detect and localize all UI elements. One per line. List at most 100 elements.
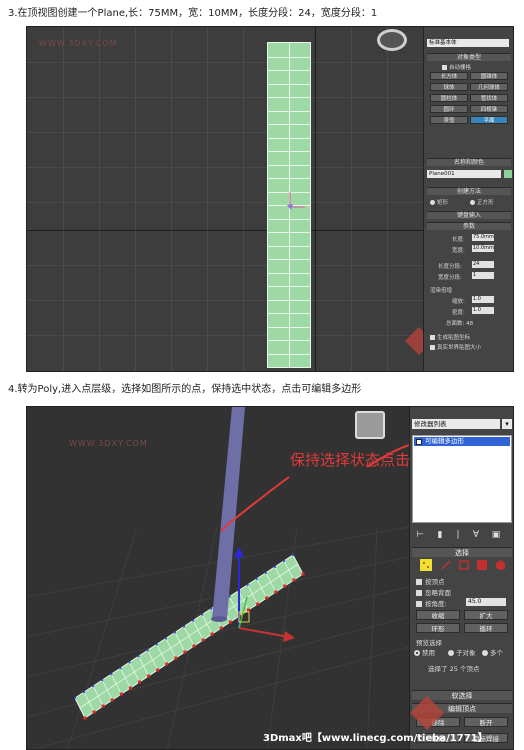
primitive-type-dropdown[interactable]: 标准基本体 — [427, 39, 509, 47]
vertex[interactable] — [74, 697, 76, 699]
vertex[interactable] — [192, 619, 195, 622]
selected-vertex[interactable] — [210, 632, 214, 636]
selected-vertex[interactable] — [156, 668, 160, 672]
vertex[interactable] — [246, 583, 249, 586]
selected-vertex[interactable] — [174, 656, 178, 660]
box-button[interactable]: 长方体 — [430, 72, 468, 80]
sphere-button[interactable]: 球体 — [430, 83, 468, 91]
vertex[interactable] — [128, 661, 131, 664]
vertex[interactable] — [292, 554, 294, 556]
angle-field[interactable]: 45.0 — [466, 598, 506, 606]
selected-vertex[interactable] — [265, 596, 269, 600]
name-color-header[interactable]: 名称和颜色 — [427, 158, 511, 166]
selected-vertex[interactable] — [110, 698, 114, 702]
selected-vertex[interactable] — [301, 572, 305, 576]
vertex[interactable] — [146, 649, 149, 652]
top-viewport[interactable]: WWW.3DXY.COM — [27, 27, 423, 371]
vertex[interactable] — [264, 571, 267, 574]
pin-stack-icon[interactable]: ⊢ — [414, 529, 426, 541]
vertex[interactable] — [92, 685, 95, 688]
cylinder-button[interactable]: 圆柱体 — [430, 94, 468, 102]
selected-vertex[interactable] — [219, 626, 223, 630]
pyramid-button[interactable]: 四棱锥 — [470, 105, 508, 113]
vertex-mode-icon[interactable] — [420, 559, 432, 571]
break-button[interactable]: 断开 — [464, 717, 508, 727]
selected-vertex[interactable] — [274, 590, 278, 594]
remove-modifier-icon[interactable]: ∀ — [470, 529, 482, 541]
border-mode-icon[interactable] — [458, 559, 470, 571]
vertex[interactable] — [273, 565, 276, 568]
cylinder-object[interactable] — [212, 407, 245, 619]
vertex[interactable] — [210, 607, 213, 610]
vertex[interactable] — [101, 679, 104, 682]
length-field[interactable]: 75.0mm — [472, 234, 494, 241]
tube-button[interactable]: 管状体 — [470, 94, 508, 102]
real-world-checkbox[interactable]: 真实世界贴图大小 — [430, 343, 481, 351]
torus-button[interactable]: 圆环 — [430, 105, 468, 113]
plane-button[interactable]: 平面 — [470, 116, 508, 124]
selection-header[interactable]: 选择 — [412, 547, 512, 557]
object-name-field[interactable]: Plane001 — [427, 170, 501, 178]
selected-vertex[interactable] — [183, 650, 187, 654]
selected-vertex[interactable] — [128, 686, 132, 690]
ignore-backfacing-checkbox[interactable]: 忽略背面 — [416, 587, 451, 597]
density-field[interactable]: 1.0 — [472, 307, 494, 314]
edge-mode-icon[interactable] — [440, 559, 452, 571]
make-unique-icon[interactable]: ∣ — [452, 529, 464, 541]
ring-button[interactable]: 环形 — [416, 623, 460, 633]
width-field[interactable]: 10.0mm — [472, 245, 494, 252]
object-type-header[interactable]: 对象类型 — [427, 53, 511, 61]
vertex[interactable] — [173, 631, 176, 634]
vertex[interactable] — [155, 643, 158, 646]
polygon-mode-icon[interactable] — [476, 559, 488, 571]
modifier-stack-item[interactable]: 可编辑多边形 — [414, 437, 510, 446]
selected-vertex[interactable] — [101, 704, 105, 708]
preview-subobj-radio[interactable]: 子对象 — [448, 647, 476, 657]
autogrid-checkbox[interactable]: 自动栅格 — [442, 63, 471, 71]
vertex[interactable] — [119, 667, 122, 670]
selected-vertex[interactable] — [83, 716, 87, 720]
selected-vertex[interactable] — [138, 680, 141, 684]
vertex[interactable] — [282, 559, 285, 562]
length-segs-field[interactable]: 24 — [472, 261, 494, 268]
chevron-down-icon[interactable]: ▾ — [502, 419, 512, 429]
selected-vertex[interactable] — [292, 578, 296, 582]
selected-vertex[interactable] — [201, 638, 205, 642]
selected-vertex[interactable] — [165, 662, 169, 666]
scale-field[interactable]: 1.0 — [472, 296, 494, 303]
configure-sets-icon[interactable]: ▣ — [490, 529, 502, 541]
grow-button[interactable]: 扩大 — [464, 610, 508, 620]
method-rectangle-radio[interactable]: 矩形 — [430, 198, 448, 206]
perspective-viewport[interactable]: WWW.3DXY.COM 保持选择状态点击 — [27, 407, 409, 749]
transform-gizmo-icon[interactable] — [285, 192, 305, 212]
show-end-result-icon[interactable]: ▮ — [434, 529, 446, 541]
modifier-stack[interactable]: 可编辑多边形 — [412, 435, 512, 523]
vertex[interactable] — [183, 625, 185, 628]
teapot-button[interactable]: 茶壶 — [430, 116, 468, 124]
vertex[interactable] — [164, 637, 167, 640]
keyboard-entry-header[interactable]: 键盘输入 — [427, 211, 511, 219]
geosphere-button[interactable]: 几何球体 — [470, 83, 508, 91]
vertex[interactable] — [137, 655, 140, 658]
selected-vertex[interactable] — [256, 602, 260, 606]
modifier-list-dropdown[interactable]: 修改器列表 — [412, 419, 500, 429]
vertex[interactable] — [110, 673, 113, 676]
toggle-icon[interactable] — [416, 439, 422, 445]
selected-vertex[interactable] — [247, 608, 250, 612]
width-segs-field[interactable]: 1 — [472, 272, 494, 279]
selected-vertex[interactable] — [147, 674, 151, 678]
preview-off-radio[interactable]: 禁用 — [414, 647, 435, 657]
creation-method-header[interactable]: 创建方法 — [427, 187, 511, 195]
vertex[interactable] — [255, 577, 258, 580]
vertex[interactable] — [201, 613, 204, 616]
method-square-radio[interactable]: 正方形 — [470, 198, 494, 206]
preview-multi-radio[interactable]: 多个 — [482, 647, 503, 657]
by-vertex-checkbox[interactable]: 按顶点 — [416, 576, 445, 586]
by-angle-checkbox[interactable]: 按角度: — [416, 598, 447, 608]
selected-vertex[interactable] — [192, 644, 196, 648]
shrink-button[interactable]: 收缩 — [416, 610, 460, 620]
object-color-swatch[interactable] — [504, 170, 512, 178]
selected-vertex[interactable] — [283, 584, 287, 588]
cone-button[interactable]: 圆锥体 — [470, 72, 508, 80]
selected-vertex[interactable] — [92, 710, 96, 714]
